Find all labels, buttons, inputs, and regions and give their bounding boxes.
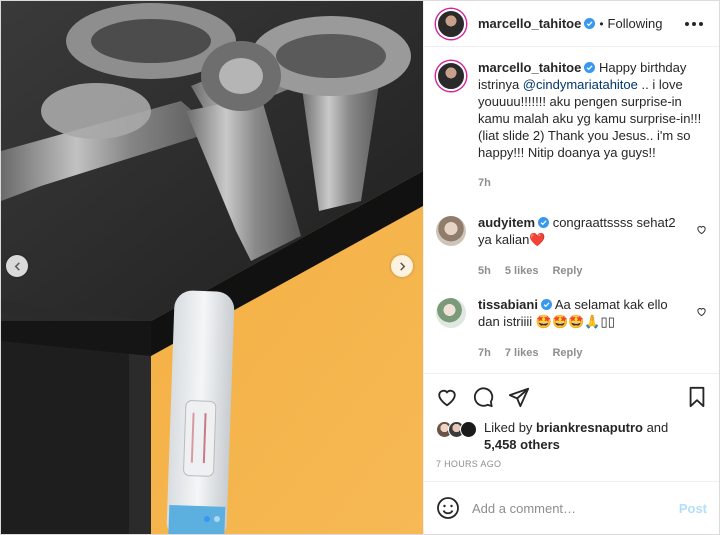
- photo-image: [1, 1, 423, 534]
- likes-and: and: [642, 420, 669, 435]
- verified-badge-icon: [540, 299, 552, 310]
- comment-emoji: 🤩🤩🤩🙏▯▯: [535, 314, 615, 329]
- post-header: marcello_tahitoe • Following: [424, 1, 719, 47]
- carousel-prev-button[interactable]: [6, 255, 28, 277]
- caption-meta: 7h: [478, 175, 707, 192]
- post-comment-button[interactable]: Post: [679, 501, 707, 516]
- comments-section: marcello_tahitoe Happy birthday istrinya…: [424, 47, 719, 373]
- comment-reply-button[interactable]: Reply: [552, 345, 582, 362]
- comment-body: audyitem congraattssss sehat2 ya kalian❤…: [478, 214, 688, 280]
- header-separator-dot: •: [599, 16, 604, 31]
- comment-time[interactable]: 7h: [478, 345, 491, 362]
- share-icon: [508, 387, 530, 407]
- post-timestamp[interactable]: 7 HOURS AGO: [424, 453, 719, 481]
- carousel-dot-2: [214, 516, 220, 522]
- verified-badge-icon: [584, 18, 596, 29]
- add-comment-bar: Post: [424, 481, 719, 534]
- carousel-next-button[interactable]: [391, 255, 413, 277]
- liker-avatar: [460, 421, 477, 438]
- chevron-left-icon: [14, 261, 20, 271]
- following-button[interactable]: Following: [608, 16, 663, 31]
- commenter-avatar[interactable]: [436, 298, 466, 328]
- heart-icon[interactable]: [696, 224, 707, 235]
- caption-time[interactable]: 7h: [478, 175, 491, 192]
- post-actions-bar: [424, 373, 719, 419]
- likes-others-link[interactable]: 5,458 others: [484, 437, 560, 452]
- commenter-avatar[interactable]: [436, 216, 466, 246]
- comment-username[interactable]: tissabiani: [478, 297, 538, 312]
- likes-text: Liked by briankresnaputro and 5,458 othe…: [484, 419, 668, 453]
- comment-username[interactable]: audyitem: [478, 215, 535, 230]
- carousel-dot-1: [204, 516, 210, 522]
- more-options-icon[interactable]: [681, 18, 707, 30]
- heart-icon[interactable]: [696, 306, 707, 317]
- comment-likes[interactable]: 7 likes: [505, 345, 539, 362]
- caption-item: marcello_tahitoe Happy birthday istrinya…: [436, 59, 707, 192]
- comment-icon: [473, 386, 494, 407]
- author-username[interactable]: marcello_tahitoe: [478, 16, 581, 31]
- comment-meta: 5h 5 likes Reply: [478, 263, 688, 280]
- post-photo[interactable]: [1, 1, 423, 534]
- comment-item: tissabiani Aa selamat kak ello dan istri…: [436, 296, 707, 362]
- likes-summary: Liked by briankresnaputro and 5,458 othe…: [424, 419, 719, 453]
- share-button[interactable]: [508, 386, 530, 408]
- liked-by-user-link[interactable]: briankresnaputro: [536, 420, 643, 435]
- comment-reply-button[interactable]: Reply: [552, 263, 582, 280]
- bookmark-icon: [689, 386, 705, 407]
- like-button[interactable]: [436, 386, 458, 408]
- caption-username[interactable]: marcello_tahitoe: [478, 60, 581, 75]
- save-button[interactable]: [687, 386, 707, 408]
- carousel-dots: [1, 516, 423, 522]
- add-comment-input[interactable]: [472, 500, 679, 516]
- chevron-right-icon: [399, 261, 405, 271]
- caption-avatar[interactable]: [436, 61, 466, 91]
- caption-body: marcello_tahitoe Happy birthday istrinya…: [478, 59, 707, 192]
- comment-button[interactable]: [472, 386, 494, 408]
- instagram-post-modal: marcello_tahitoe • Following marcello_ta…: [0, 0, 720, 535]
- comment-meta: 7h 7 likes Reply: [478, 345, 688, 362]
- comment-emoji: ❤️: [529, 232, 546, 247]
- verified-badge-icon: [538, 217, 550, 228]
- caption-mention-link[interactable]: @cindymariatahitoe: [523, 77, 638, 92]
- comment-body: tissabiani Aa selamat kak ello dan istri…: [478, 296, 688, 362]
- comment-likes[interactable]: 5 likes: [505, 263, 539, 280]
- likes-prefix: Liked by: [484, 420, 537, 435]
- smiley-icon[interactable]: [436, 496, 460, 520]
- verified-badge-icon: [584, 62, 596, 73]
- liked-by-avatars[interactable]: [436, 421, 477, 438]
- comment-item: audyitem congraattssss sehat2 ya kalian❤…: [436, 214, 707, 280]
- post-details-panel: marcello_tahitoe • Following marcello_ta…: [423, 1, 719, 534]
- author-avatar[interactable]: [436, 8, 466, 39]
- comment-time[interactable]: 5h: [478, 263, 491, 280]
- heart-icon: [438, 389, 456, 406]
